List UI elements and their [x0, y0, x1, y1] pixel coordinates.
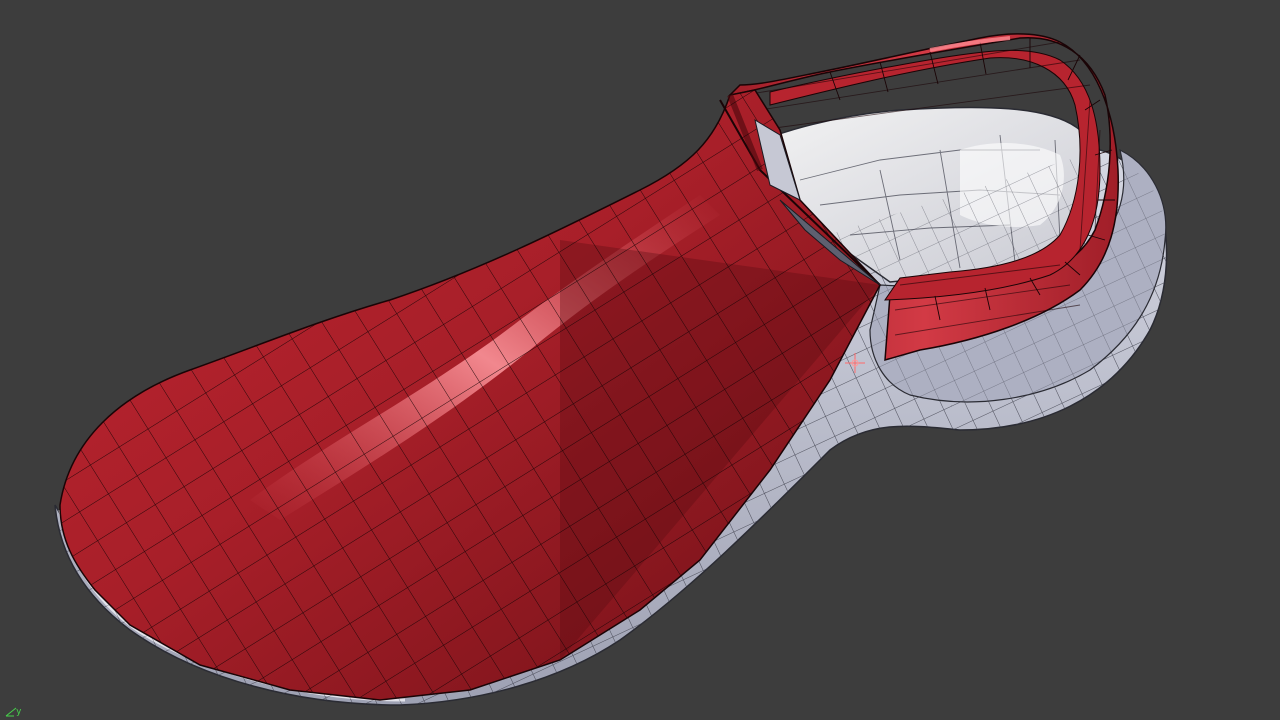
axis-label: y [16, 707, 22, 717]
3d-viewport[interactable]: y [0, 0, 1280, 720]
viewport-canvas[interactable] [0, 0, 1280, 720]
